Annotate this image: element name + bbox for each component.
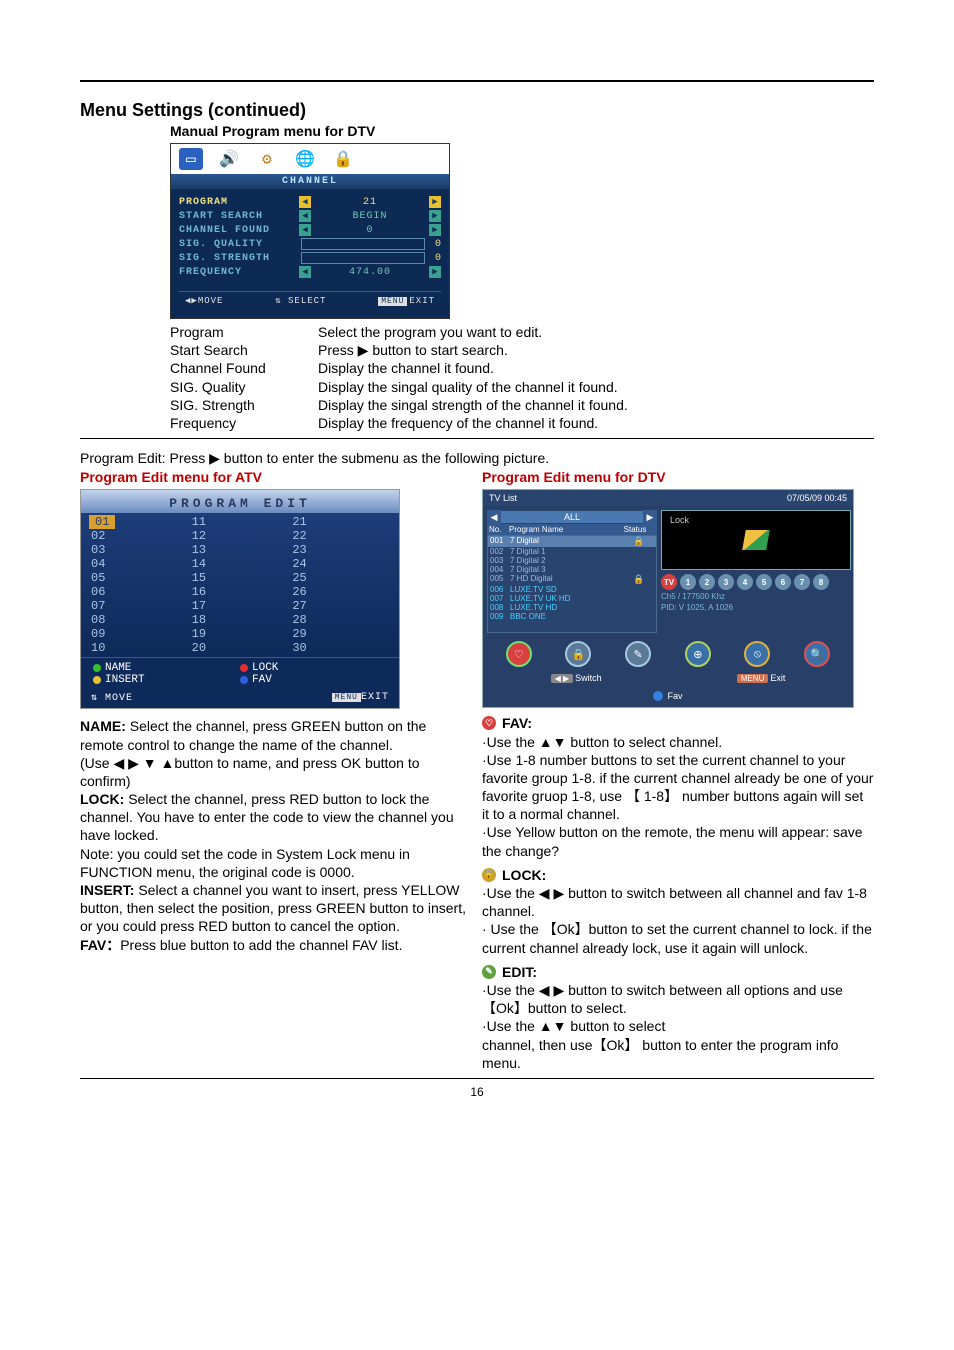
globe-icon: 🌐 xyxy=(293,148,317,170)
num-5-button: 5 xyxy=(756,574,772,590)
tab-selector: ◀ ALL ▶ xyxy=(487,510,657,524)
row-sig-quality: SIG. QUALITY 0 xyxy=(179,237,441,251)
row-sig-strength: SIG. STRENGTH 0 xyxy=(179,251,441,265)
lock-icon: 🔒 xyxy=(482,868,496,882)
lock-icon: 🔒 xyxy=(331,148,355,170)
arrow-right-icon: ▶ xyxy=(429,266,441,278)
quality-bar xyxy=(301,238,425,250)
lock-icon: 🔒 xyxy=(565,641,591,667)
num-1-button: 1 xyxy=(680,574,696,590)
lock-icon: 🔒 xyxy=(624,574,654,585)
arrow-left-icon: ◀ xyxy=(299,266,311,278)
yellow-dot-icon xyxy=(93,676,101,684)
gear-icon: ⚙ xyxy=(255,148,279,170)
tv-badge-icon: TV xyxy=(661,574,677,590)
atv-title: PROGRAM EDIT xyxy=(81,490,399,513)
num-8-button: 8 xyxy=(813,574,829,590)
channel-list: 0017 Digital🔒 0027 Digital 1 0037 Digita… xyxy=(487,535,657,633)
arrow-right-icon: ▶ xyxy=(429,196,441,208)
search-icon: 🔍 xyxy=(804,641,830,667)
channel-info-1: Ch5 / 177500 Khz xyxy=(661,592,849,601)
strength-bar xyxy=(301,252,425,264)
num-3-button: 3 xyxy=(718,574,734,590)
timestamp: 07/05/09 00:45 xyxy=(787,493,847,503)
arrow-left-icon: ◀ xyxy=(299,210,311,222)
page-heading: Menu Settings (continued) xyxy=(80,100,874,121)
move-hint: ◀▶MOVE xyxy=(185,296,223,306)
lock-icon: 🔒 xyxy=(624,536,654,547)
red-dot-icon xyxy=(240,664,248,672)
tab-icons-row: ▭ 🔊 ⚙ 🌐 🔒 xyxy=(171,144,449,174)
fav-heart-icon: ♡ xyxy=(482,716,496,730)
menu-footer: ◀▶MOVE ⇅ SELECT MENUEXIT xyxy=(179,291,441,308)
preview-box: Lock xyxy=(661,510,851,570)
atv-grid: 01 02 03 04 05 06 07 08 09 10 11 12 xyxy=(81,513,399,657)
list-header: No. Program Name Status xyxy=(487,524,657,535)
param-descriptions: ProgramSelect the program you want to ed… xyxy=(170,323,874,432)
blue-dot-icon xyxy=(240,676,248,684)
edit-icon: ✎ xyxy=(482,965,496,979)
tv-list-title: TV List xyxy=(489,493,517,503)
dtv-explain-text: ♡FAV: ·Use the ▲▼ button to select chann… xyxy=(482,714,874,1072)
atv-legend: NAME LOCK INSERT FAV xyxy=(81,657,399,690)
dtv-program-edit-screenshot: TV List 07/05/09 00:45 ◀ ALL ▶ No. Progr… xyxy=(482,489,854,708)
channel-info-2: PID: V 1025, A 1026 xyxy=(661,603,849,612)
num-4-button: 4 xyxy=(737,574,753,590)
move-icon: ⊕ xyxy=(685,641,711,667)
favorite-number-buttons: TV 1 2 3 4 5 6 7 8 xyxy=(661,574,849,590)
arrow-right-icon: ▶ xyxy=(643,510,657,524)
program-edit-intro: Program Edit: Press ▶ button to enter th… xyxy=(80,449,874,467)
sound-icon: 🔊 xyxy=(217,148,241,170)
arrow-left-icon: ◀ xyxy=(299,196,311,208)
action-buttons-row: ♡ 🔒 ✎ ⊕ ⦸ 🔍 xyxy=(483,637,853,671)
row-frequency: FREQUENCY ◀ 474.00 ▶ xyxy=(179,265,441,279)
num-7-button: 7 xyxy=(794,574,810,590)
screen-icon: ▭ xyxy=(179,148,203,170)
exit-hint: MENUEXIT xyxy=(378,296,435,306)
green-dot-icon xyxy=(93,664,101,672)
channel-header: CHANNEL xyxy=(171,174,449,189)
arrow-left-icon: ◀ xyxy=(299,224,311,236)
fav-pill: Fav xyxy=(653,691,682,701)
edit-icon: ✎ xyxy=(625,641,651,667)
manual-program-dtv-screenshot: ▭ 🔊 ⚙ 🌐 🔒 CHANNEL PROGRAM ◀ 21 ▶ START S… xyxy=(170,143,450,319)
arrow-right-icon: ▶ xyxy=(429,224,441,236)
fav-heart-icon: ♡ xyxy=(506,641,532,667)
atv-program-edit-screenshot: PROGRAM EDIT 01 02 03 04 05 06 07 08 09 … xyxy=(80,489,400,709)
atv-header: Program Edit menu for ATV xyxy=(80,469,472,485)
arrow-right-icon: ▶ xyxy=(429,210,441,222)
skip-icon: ⦸ xyxy=(744,641,770,667)
row-start-search: START SEARCH ◀ BEGIN ▶ xyxy=(179,209,441,223)
page-number: 16 xyxy=(80,1085,874,1099)
atv-explain-text: NAME: Select the channel, press GREEN bu… xyxy=(80,717,472,953)
dtv-header: Program Edit menu for DTV xyxy=(482,469,874,485)
row-program: PROGRAM ◀ 21 ▶ xyxy=(179,195,441,209)
menu-body: PROGRAM ◀ 21 ▶ START SEARCH ◀ BEGIN ▶ CH… xyxy=(171,189,449,318)
num-6-button: 6 xyxy=(775,574,791,590)
num-2-button: 2 xyxy=(699,574,715,590)
atv-footer: ⇅ MOVE MENUEXIT xyxy=(81,690,399,708)
select-hint: ⇅ SELECT xyxy=(275,296,326,306)
dtv-list-footer: ◀ ▶Switch MENUExit xyxy=(483,671,853,687)
blue-dot-icon xyxy=(653,691,663,701)
row-channel-found: CHANNEL FOUND ◀ 0 ▶ xyxy=(179,223,441,237)
preview-art-icon xyxy=(742,530,770,550)
arrow-left-icon: ◀ xyxy=(487,510,501,524)
subheading-manual: Manual Program menu for DTV xyxy=(170,123,874,139)
